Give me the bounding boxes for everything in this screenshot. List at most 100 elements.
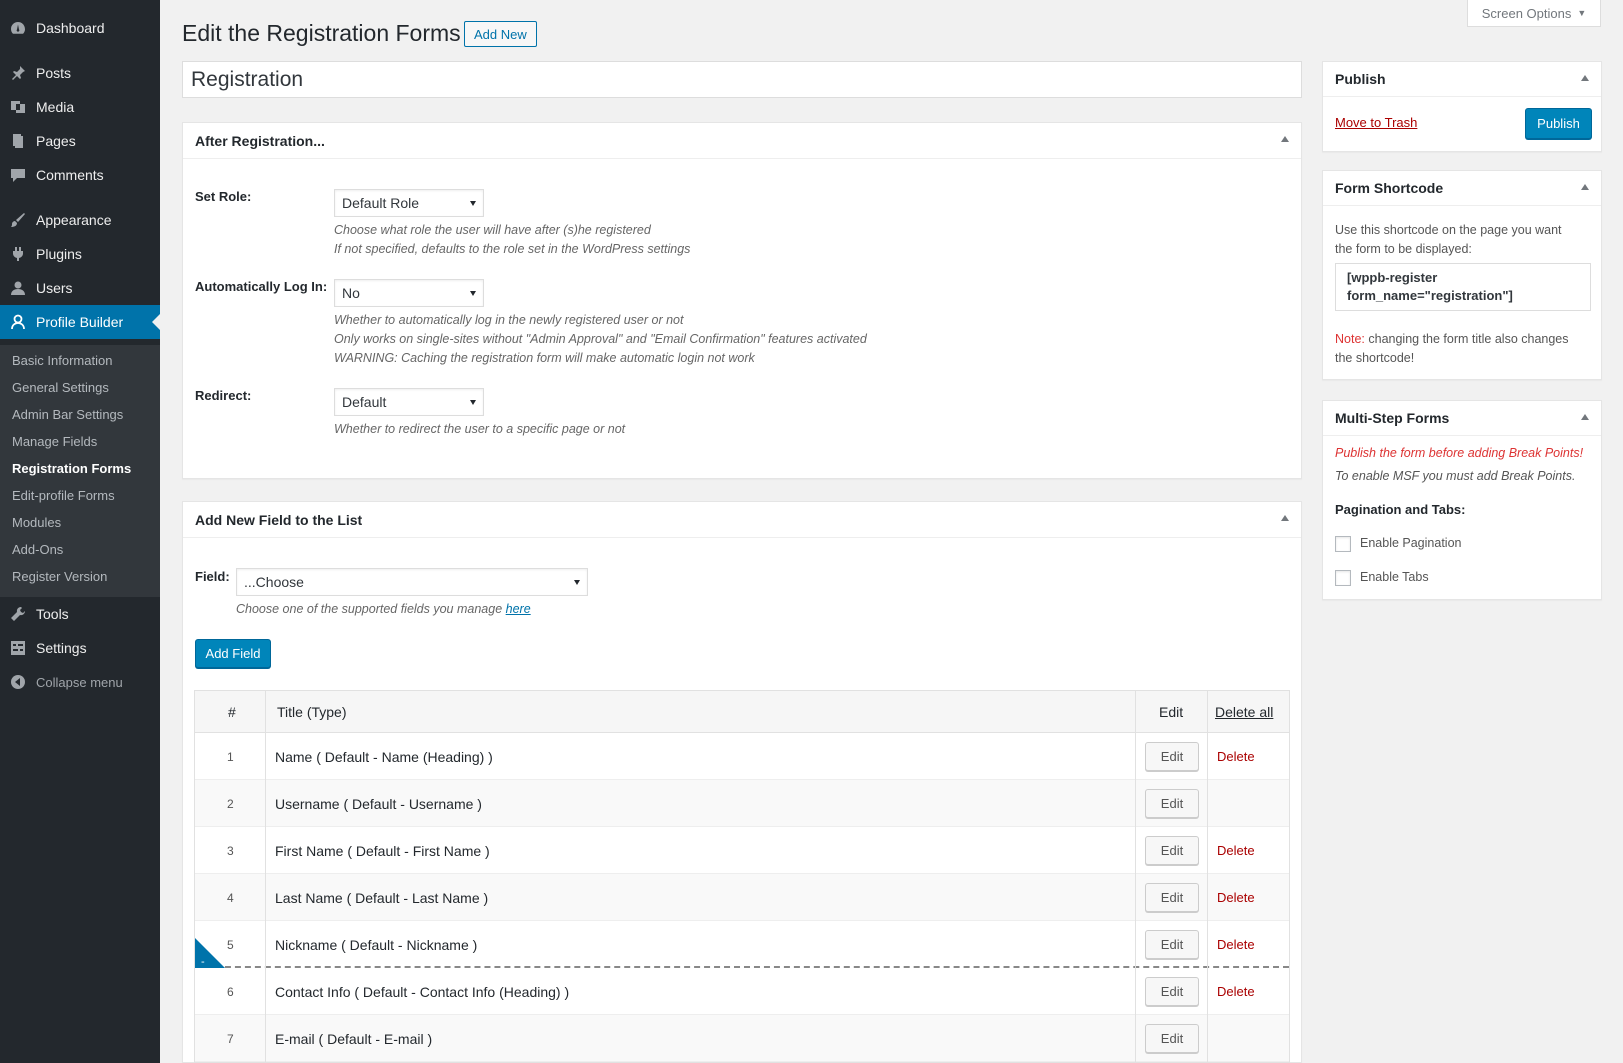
- menu-pages[interactable]: Pages: [0, 126, 160, 156]
- field-desc-link[interactable]: here: [506, 602, 531, 616]
- publish-header[interactable]: Publish: [1323, 62, 1601, 97]
- table-row[interactable]: 1 Name ( Default - Name (Heading) ) Edit…: [195, 733, 1289, 780]
- auto-login-select[interactable]: No: [334, 279, 484, 307]
- multi-step-forms-title: Multi-Step Forms: [1335, 410, 1450, 426]
- caret-down-icon: ▼: [1577, 8, 1587, 18]
- toggle-arrow-icon[interactable]: [1581, 414, 1589, 420]
- table-row[interactable]: 6 Contact Info ( Default - Contact Info …: [195, 968, 1289, 1015]
- auto-login-desc-2: Only works on single-sites without "Admi…: [334, 332, 867, 346]
- delete-link[interactable]: Delete: [1217, 827, 1255, 874]
- add-field-button[interactable]: Add Field: [195, 639, 271, 668]
- table-row[interactable]: 2 Username ( Default - Username ) Edit: [195, 780, 1289, 827]
- dashboard-icon: [11, 22, 25, 34]
- menu-media[interactable]: Media: [0, 92, 160, 122]
- table-row[interactable]: 7 E-mail ( Default - E-mail ) Edit: [195, 1015, 1289, 1062]
- row-number: 2: [227, 796, 234, 811]
- break-point-marker-icon[interactable]: -: [195, 938, 225, 968]
- row-title: Name ( Default - Name (Heading) ): [275, 748, 493, 765]
- row-number: 1: [227, 749, 234, 764]
- redirect-select[interactable]: Default: [334, 388, 484, 416]
- menu-pages-label: Pages: [36, 133, 76, 149]
- add-field-title: Add New Field to the List: [195, 511, 363, 528]
- enable-pagination-checkbox[interactable]: [1335, 536, 1351, 552]
- edit-button[interactable]: Edit: [1145, 836, 1199, 865]
- row-title: Nickname ( Default - Nickname ): [275, 936, 478, 953]
- submenu-admin-bar-settings[interactable]: Admin Bar Settings: [12, 407, 123, 422]
- menu-settings[interactable]: Settings: [0, 633, 160, 663]
- profile-icon: [11, 314, 25, 330]
- delete-all-link[interactable]: Delete all: [1215, 691, 1273, 733]
- submenu-edit-profile-forms[interactable]: Edit-profile Forms: [12, 488, 115, 503]
- after-registration-title: After Registration...: [195, 132, 325, 149]
- toggle-arrow-icon[interactable]: [1581, 184, 1589, 190]
- submenu-register-version[interactable]: Register Version: [12, 569, 107, 584]
- set-role-select[interactable]: Default Role: [334, 189, 484, 217]
- add-new-button[interactable]: Add New: [464, 21, 537, 47]
- submenu-manage-fields[interactable]: Manage Fields: [12, 434, 97, 449]
- row-title: Contact Info ( Default - Contact Info (H…: [275, 983, 570, 1000]
- menu-profile-builder[interactable]: Profile Builder: [0, 305, 160, 339]
- enable-tabs-checkbox[interactable]: [1335, 570, 1351, 586]
- submenu-basic-information[interactable]: Basic Information: [12, 353, 112, 368]
- multi-step-forms-header[interactable]: Multi-Step Forms: [1323, 401, 1601, 436]
- select-arrow-icon: [470, 201, 476, 206]
- move-to-trash-link[interactable]: Move to Trash: [1335, 115, 1417, 130]
- shortcode-textbox[interactable]: [wppb-register form_name="registration"]: [1335, 263, 1591, 311]
- delete-link[interactable]: Delete: [1217, 968, 1255, 1015]
- submenu-add-ons[interactable]: Add-Ons: [12, 542, 63, 557]
- delete-link[interactable]: Delete: [1217, 921, 1255, 968]
- submenu-general-settings[interactable]: General Settings: [12, 380, 109, 395]
- table-row[interactable]: - 5 Nickname ( Default - Nickname ) Edit…: [195, 921, 1289, 968]
- table-row[interactable]: 4 Last Name ( Default - Last Name ) Edit…: [195, 874, 1289, 921]
- auto-login-desc-1: Whether to automatically log in the newl…: [334, 313, 684, 327]
- field-label: Field:: [195, 569, 230, 584]
- row-title: First Name ( Default - First Name ): [275, 842, 490, 859]
- row-title: E-mail ( Default - E-mail ): [275, 1030, 433, 1047]
- submenu-registration-forms[interactable]: Registration Forms: [12, 461, 131, 476]
- auto-login-desc-3: WARNING: Caching the registration form w…: [334, 351, 755, 365]
- menu-users[interactable]: Users: [0, 273, 160, 303]
- edit-button[interactable]: Edit: [1145, 883, 1199, 912]
- table-row[interactable]: 3 First Name ( Default - First Name ) Ed…: [195, 827, 1289, 874]
- row-number: 3: [227, 843, 234, 858]
- edit-button[interactable]: Edit: [1145, 977, 1199, 1006]
- after-registration-header[interactable]: After Registration...: [183, 123, 1301, 159]
- form-shortcode-title: Form Shortcode: [1335, 180, 1444, 196]
- collapse-menu-button[interactable]: Collapse menu: [0, 667, 160, 697]
- publish-title: Publish: [1335, 71, 1386, 87]
- edit-button[interactable]: Edit: [1145, 930, 1199, 959]
- toggle-arrow-icon[interactable]: [1581, 75, 1589, 81]
- auto-login-label: Automatically Log In:: [195, 279, 328, 294]
- menu-comments[interactable]: Comments: [0, 160, 160, 190]
- screen-options-button[interactable]: Screen Options ▼: [1467, 0, 1601, 27]
- menu-posts[interactable]: Posts: [0, 58, 160, 88]
- field-select-value: ...Choose: [244, 574, 304, 590]
- auto-login-value: No: [342, 285, 360, 301]
- delete-link[interactable]: Delete: [1217, 733, 1255, 780]
- submenu-modules[interactable]: Modules: [12, 515, 61, 530]
- shortcode-desc-1: Use this shortcode on the page you want: [1335, 223, 1562, 237]
- toggle-arrow-icon[interactable]: [1281, 136, 1289, 142]
- form-title-input[interactable]: Registration: [182, 61, 1302, 98]
- form-shortcode-header[interactable]: Form Shortcode: [1323, 171, 1601, 206]
- menu-dashboard[interactable]: Dashboard: [0, 13, 160, 43]
- toggle-arrow-icon[interactable]: [1281, 515, 1289, 521]
- screen-options-label: Screen Options: [1481, 5, 1572, 21]
- form-shortcode-box: Form Shortcode Use this shortcode on the…: [1322, 170, 1602, 380]
- delete-link[interactable]: Delete: [1217, 874, 1255, 921]
- menu-tools[interactable]: Tools: [0, 599, 160, 629]
- menu-appearance[interactable]: Appearance: [0, 205, 160, 235]
- edit-button[interactable]: Edit: [1145, 1024, 1199, 1053]
- add-field-header[interactable]: Add New Field to the List: [183, 502, 1301, 538]
- row-title: Username ( Default - Username ): [275, 795, 482, 812]
- shortcode-line-2: form_name="registration"]: [1347, 288, 1513, 303]
- edit-button[interactable]: Edit: [1145, 742, 1199, 771]
- publish-button[interactable]: Publish: [1525, 108, 1592, 139]
- collapse-menu-label: Collapse menu: [36, 674, 123, 690]
- field-select[interactable]: ...Choose: [236, 568, 588, 596]
- menu-plugins[interactable]: Plugins: [0, 239, 160, 269]
- collapse-icon: [11, 675, 25, 689]
- settings-icon: [11, 641, 25, 655]
- select-arrow-icon: [470, 291, 476, 296]
- edit-button[interactable]: Edit: [1145, 789, 1199, 818]
